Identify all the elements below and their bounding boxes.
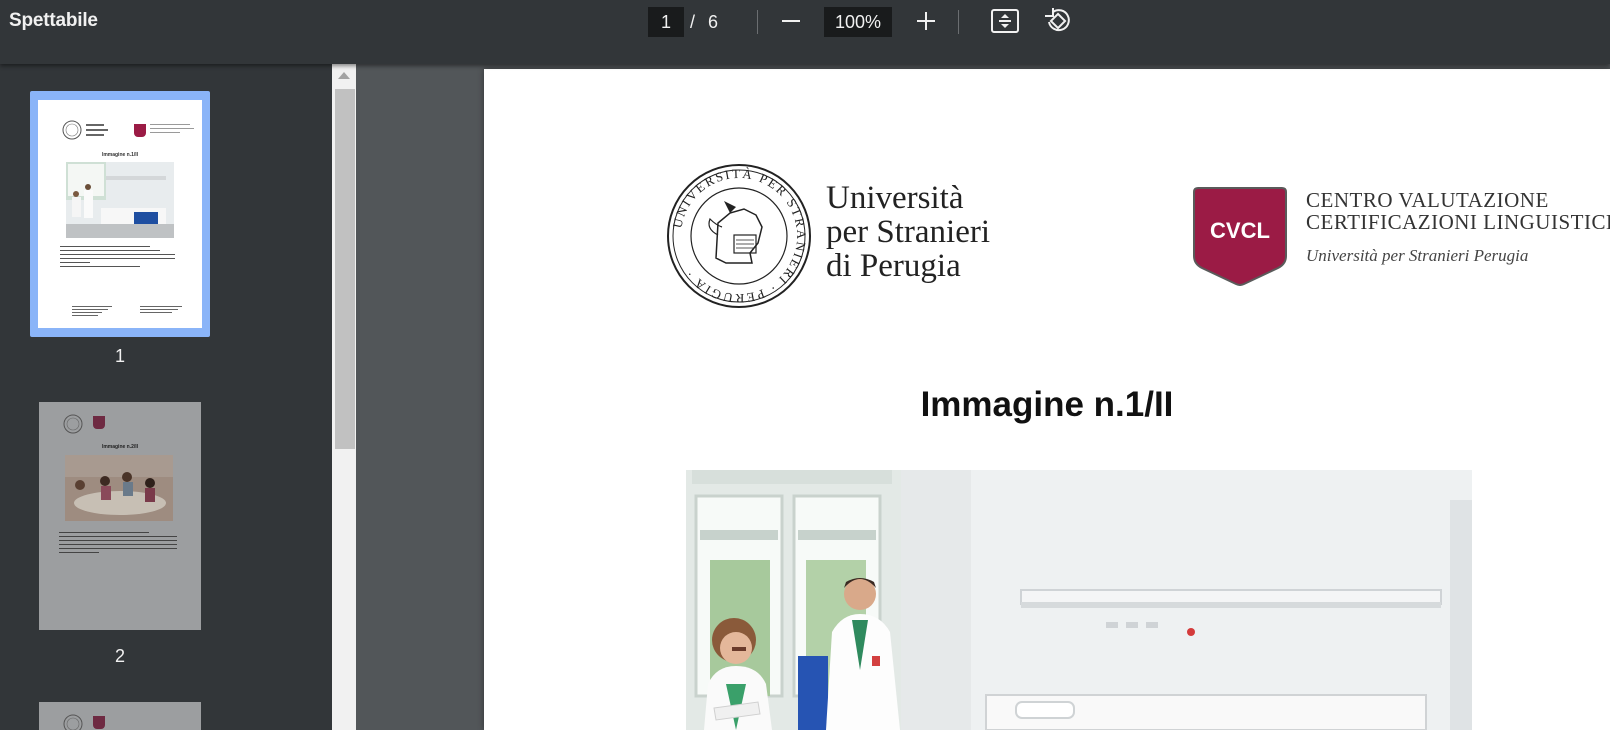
minus-icon <box>782 20 800 22</box>
zoom-level-input[interactable]: 100% <box>824 7 892 37</box>
plus-icon <box>917 12 935 30</box>
cvcl-subtitle: Università per Stranieri Perugia <box>1306 246 1529 265</box>
cvcl-logo-icon: CVCL <box>1193 187 1287 286</box>
thumbnail-photo <box>66 162 174 238</box>
university-line-3: di Perugia <box>826 248 961 284</box>
thumbnail-sidebar: Immagine n.1/II 1 Immagine n.2/II 2 <box>0 64 332 730</box>
cvcl-line-2: CERTIFICAZIONI LINGUISTICHE <box>1306 210 1610 234</box>
scroll-up-arrow-icon[interactable] <box>338 72 350 79</box>
toolbar-divider <box>757 10 758 34</box>
document-photo <box>686 470 1472 730</box>
mini-seal-icon <box>63 714 83 730</box>
sidebar-scrollbar-thumb[interactable] <box>335 89 355 449</box>
fit-page-icon <box>991 9 1019 33</box>
document-page: UNIVERSITÀ PER STRANIERI · PERUGIA · Uni… <box>484 69 1610 730</box>
thumbnail-label-1: 1 <box>114 346 125 366</box>
zoom-out-button[interactable] <box>774 4 808 38</box>
thumbnail-photo <box>65 455 173 521</box>
thumbnail-page-2[interactable]: Immagine n.2/II <box>39 402 201 630</box>
thumbnail-page-3[interactable] <box>39 702 201 730</box>
university-name: Università per Stranieri di Perugia <box>826 181 990 283</box>
zoom-in-button[interactable] <box>909 4 943 38</box>
mini-seal-icon <box>63 414 83 434</box>
document-title: Spettabile <box>9 10 98 31</box>
pdf-toolbar: Spettabile 1 / 6 100% <box>0 0 1610 64</box>
total-pages: 6 <box>708 12 719 32</box>
university-line-2: per Stranieri <box>826 214 991 250</box>
thumbnail-heading: Immagine n.2/II <box>101 444 139 450</box>
thumbnail-page-1-preview[interactable]: Immagine n.1/II <box>38 100 202 328</box>
page-number-input[interactable]: 1 <box>648 7 684 37</box>
fit-page-button[interactable] <box>988 4 1022 38</box>
thumbnail-heading: Immagine n.1/II <box>101 152 139 158</box>
university-line-1: Università <box>826 180 964 216</box>
rotate-icon <box>1045 8 1070 32</box>
page-separator: / <box>690 12 696 32</box>
rotate-button[interactable] <box>1041 4 1075 38</box>
university-seal-icon: UNIVERSITÀ PER STRANIERI · PERUGIA · <box>667 164 811 308</box>
cvcl-badge-text: CVCL <box>1210 218 1270 243</box>
thumbnail-label-2: 2 <box>114 646 125 666</box>
mini-seal-icon <box>62 120 82 140</box>
toolbar-divider <box>958 10 959 34</box>
document-heading: Immagine n.1/II <box>920 385 1174 424</box>
